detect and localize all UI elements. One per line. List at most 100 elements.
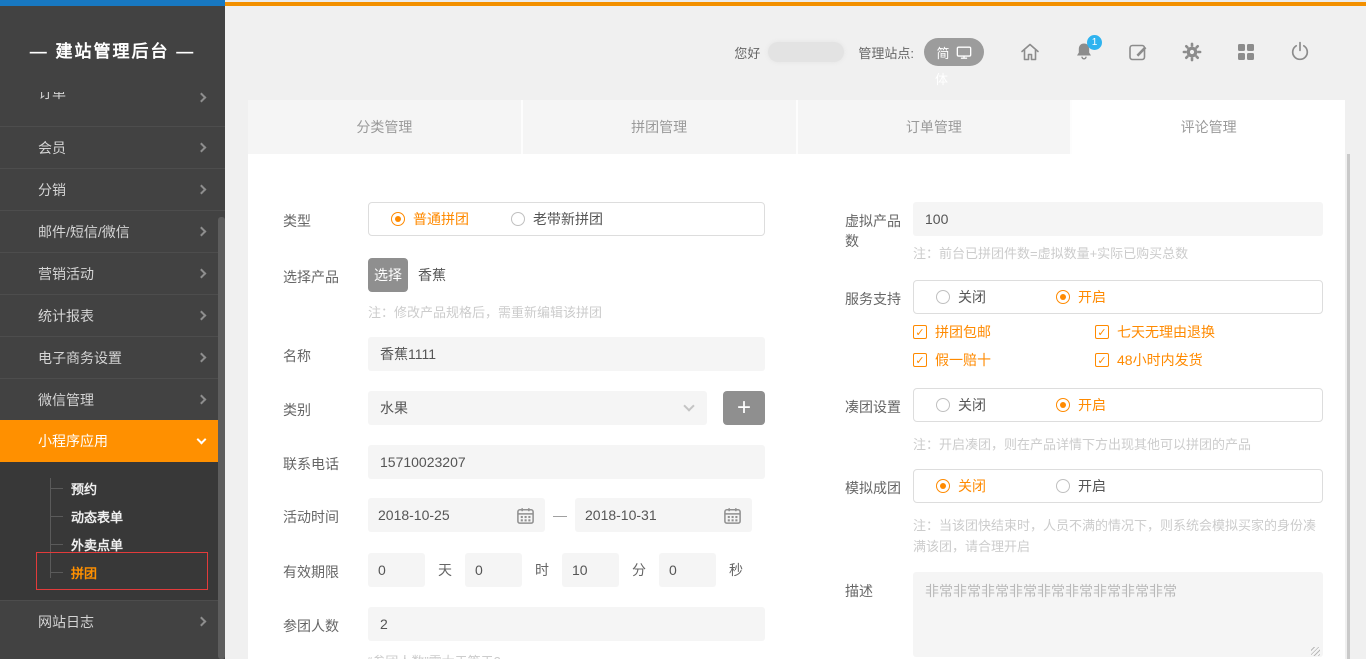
field-label: 参团人数 xyxy=(283,607,368,659)
radio-simulate-off[interactable]: 关闭 xyxy=(936,476,1056,496)
add-category-button[interactable]: + xyxy=(723,391,765,425)
sidebar-item-label: 订单 xyxy=(38,92,66,103)
field-label: 名称 xyxy=(283,337,368,371)
radio-selected-icon xyxy=(391,212,405,226)
checkbox-48h-shipping[interactable]: 48小时内发货 xyxy=(1095,350,1323,370)
notifications-bell-icon[interactable]: 1 xyxy=(1072,40,1096,64)
sidebar-item-clipped[interactable]: 订单 xyxy=(0,92,225,126)
power-icon[interactable] xyxy=(1288,40,1312,64)
checkbox-fake-one-pay-ten[interactable]: 假一赔十 xyxy=(913,350,1095,370)
sidebar-item-members[interactable]: 会员 xyxy=(0,126,225,168)
submenu-item-booking[interactable]: 预约 xyxy=(0,474,225,502)
date-range-separator: — xyxy=(553,507,567,523)
field-description: 描述 非常非常非常非常非常非常非常非常非常 xyxy=(845,572,1323,659)
home-icon[interactable] xyxy=(1018,40,1042,64)
tab-label: 评论管理 xyxy=(1181,117,1237,137)
field-type: 类型 普通拼团 老带新拼团 xyxy=(283,202,765,236)
tab-order-management[interactable]: 订单管理 xyxy=(798,100,1073,154)
checkbox-label: 拼团包邮 xyxy=(935,322,991,342)
tab-category-management[interactable]: 分类管理 xyxy=(248,100,523,154)
chevron-right-icon xyxy=(197,617,207,627)
radio-service-off[interactable]: 关闭 xyxy=(936,287,1056,307)
tab-review-management[interactable]: 评论管理 xyxy=(1072,100,1345,154)
submenu-item-label: 预约 xyxy=(71,479,97,498)
validity-hours-input[interactable] xyxy=(465,553,522,587)
sidebar-item-reports[interactable]: 统计报表 xyxy=(0,294,225,336)
tab-label: 拼团管理 xyxy=(631,117,687,137)
panel-scrollbar[interactable] xyxy=(1347,154,1350,659)
checkbox-free-shipping[interactable]: 拼团包邮 xyxy=(913,322,1095,342)
submenu-item-takeout-order[interactable]: 外卖点单 xyxy=(0,530,225,558)
validity-days-input[interactable] xyxy=(368,553,425,587)
sidebar-item-label: 微信管理 xyxy=(38,390,94,410)
sidebar-item-marketing[interactable]: 营销活动 xyxy=(0,252,225,294)
select-product-button[interactable]: 选择 xyxy=(368,258,408,292)
sidebar-item-label: 统计报表 xyxy=(38,306,94,326)
sidebar-item-site-logs[interactable]: 网站日志 xyxy=(0,600,225,642)
radio-gather-off[interactable]: 关闭 xyxy=(936,395,1056,415)
apps-grid-icon[interactable] xyxy=(1234,40,1258,64)
radio-service-on[interactable]: 开启 xyxy=(1056,287,1106,307)
language-switch[interactable]: 简 体 xyxy=(924,38,984,66)
submenu-item-groupbuy[interactable]: 拼团 xyxy=(0,558,225,586)
sidebar-submenu: 预约 动态表单 外卖点单 拼团 xyxy=(0,462,225,600)
field-label: 模拟成团 xyxy=(845,469,913,557)
form-right-column: 虚拟产品数 注：前台已拼团件数=虚拟数量+实际已购买总数 服务支持 关闭 xyxy=(845,202,1323,659)
end-date-input[interactable]: 2018-10-31 xyxy=(575,498,752,532)
field-category: 类别 水果 + xyxy=(283,391,765,425)
validity-seconds-input[interactable] xyxy=(659,553,716,587)
radio-gather-on[interactable]: 开启 xyxy=(1056,395,1106,415)
radio-simulate-on[interactable]: 开启 xyxy=(1056,476,1106,496)
radio-label: 关闭 xyxy=(958,476,986,496)
site-label: 管理站点: xyxy=(858,43,914,62)
sidebar-item-miniprogram-apps[interactable]: 小程序应用 xyxy=(0,420,225,462)
product-note: 注：修改产品规格后，需重新编辑该拼团 xyxy=(368,302,765,323)
tab-groupbuy-management[interactable]: 拼团管理 xyxy=(523,100,798,154)
sidebar-item-label: 电子商务设置 xyxy=(38,348,122,368)
unit-days: 天 xyxy=(438,560,452,580)
main-area: 您好 管理站点: 简 体 xyxy=(225,6,1366,659)
chevron-right-icon xyxy=(197,353,207,363)
sidebar-item-wechat-management[interactable]: 微信管理 xyxy=(0,378,225,420)
participants-input[interactable] xyxy=(368,607,765,641)
settings-gear-icon[interactable] xyxy=(1180,40,1204,64)
radio-normal-groupbuy[interactable]: 普通拼团 xyxy=(391,209,511,229)
start-date-input[interactable]: 2018-10-25 xyxy=(368,498,545,532)
chevron-right-icon xyxy=(197,93,207,103)
sidebar-item-distribution[interactable]: 分销 xyxy=(0,168,225,210)
radio-selected-icon xyxy=(936,479,950,493)
content-panel: 类型 普通拼团 老带新拼团 xyxy=(248,154,1345,659)
tab-label: 分类管理 xyxy=(356,117,412,137)
field-label: 类别 xyxy=(283,391,368,425)
name-input[interactable] xyxy=(368,337,765,371)
field-activity-time: 活动时间 2018-10-25 xyxy=(283,498,765,532)
field-service-support: 服务支持 关闭 开启 xyxy=(845,280,1323,370)
radio-referral-groupbuy[interactable]: 老带新拼团 xyxy=(511,209,603,229)
field-validity: 有效期限 天 时 分 秒 xyxy=(283,553,765,587)
chevron-down-icon xyxy=(197,434,207,444)
chevron-right-icon xyxy=(197,395,207,405)
checkbox-checked-icon xyxy=(1095,353,1109,367)
sidebar-item-ecommerce-settings[interactable]: 电子商务设置 xyxy=(0,336,225,378)
simulate-note: 注：当该团快结束时，人员不满的情况下，则系统会模拟买家的身份凑满该团，请合理开启 xyxy=(913,515,1323,557)
checkbox-7day-return[interactable]: 七天无理由退换 xyxy=(1095,322,1323,342)
category-value: 水果 xyxy=(380,398,408,418)
sidebar-item-mail-sms-wechat[interactable]: 邮件/短信/微信 xyxy=(0,210,225,252)
compose-icon[interactable] xyxy=(1126,40,1150,64)
sidebar-item-label: 小程序应用 xyxy=(38,431,108,451)
submenu-item-dynamic-form[interactable]: 动态表单 xyxy=(0,502,225,530)
virtual-count-input[interactable] xyxy=(913,202,1323,236)
language-primary: 简 xyxy=(936,43,949,62)
sidebar-scrollbar[interactable] xyxy=(218,217,225,659)
end-date-value: 2018-10-31 xyxy=(585,507,657,523)
validity-minutes-input[interactable] xyxy=(562,553,619,587)
description-textarea[interactable]: 非常非常非常非常非常非常非常非常非常 xyxy=(913,572,1323,657)
category-select[interactable]: 水果 xyxy=(368,391,707,425)
calendar-icon xyxy=(723,506,742,525)
checkbox-label: 七天无理由退换 xyxy=(1117,322,1215,342)
field-label: 有效期限 xyxy=(283,553,368,587)
chevron-down-icon xyxy=(683,400,694,411)
participants-note: “参团人数”需大于等于2 xyxy=(368,651,765,659)
checkbox-label: 48小时内发货 xyxy=(1117,350,1203,370)
phone-input[interactable] xyxy=(368,445,765,479)
